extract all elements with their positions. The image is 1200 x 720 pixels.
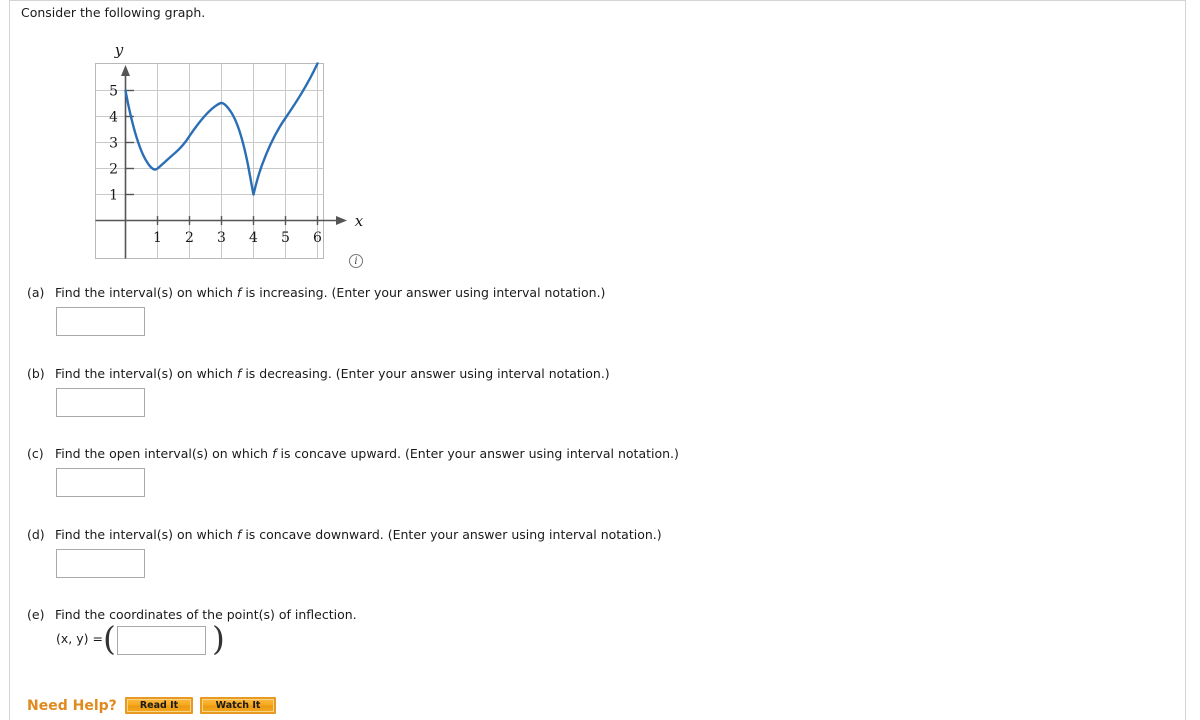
x-axis-label: x <box>355 212 364 230</box>
part-c-text: Find the open interval(s) on which f is … <box>55 446 679 462</box>
page-border-right <box>1185 0 1186 720</box>
part-c-text-after: is concave upward. (Enter your answer us… <box>280 446 679 461</box>
need-help-label: Need Help? <box>27 698 117 714</box>
y-axis-label: y <box>114 41 124 59</box>
part-d-text: Find the interval(s) on which f is conca… <box>55 527 662 543</box>
page-border-left <box>9 0 10 720</box>
part-c-function-symbol: f <box>272 446 277 461</box>
y-tick-label: 1 <box>109 188 118 204</box>
part-a-text-before: Find the interval(s) on which <box>55 285 233 300</box>
part-b-function-symbol: f <box>236 366 242 381</box>
info-icon[interactable]: i <box>349 254 363 268</box>
part-a-text: Find the interval(s) on which f is incre… <box>55 285 605 301</box>
x-tick-label: 2 <box>185 230 194 246</box>
x-tick-label: 5 <box>281 230 290 246</box>
part-b-text: Find the interval(s) on which f is decre… <box>55 366 610 382</box>
part-c-label: (c) <box>27 446 44 461</box>
question-page: Consider the following graph. 1 2 3 4 5 … <box>0 0 1200 720</box>
read-it-button[interactable]: Read It <box>125 697 193 714</box>
part-d-text-before: Find the interval(s) on which <box>55 527 233 542</box>
watch-it-button[interactable]: Watch It <box>200 697 276 714</box>
part-b-label: (b) <box>27 366 45 381</box>
coordinate-label: (x, y) = <box>56 631 103 646</box>
part-a-text-after: is increasing. (Enter your answer using … <box>245 285 606 300</box>
page-title: Consider the following graph. <box>21 5 206 20</box>
part-e-label: (e) <box>27 607 45 622</box>
paren-left: ( <box>103 619 116 658</box>
y-tick-label: 5 <box>109 84 118 100</box>
x-tick-label: 3 <box>217 230 226 246</box>
y-tick-label: 3 <box>109 136 118 152</box>
part-a-label: (a) <box>27 285 45 300</box>
graph-svg: 1 2 3 4 5 6 1 2 3 4 5 y x <box>95 41 364 259</box>
graph-figure: 1 2 3 4 5 6 1 2 3 4 5 y x i <box>95 40 375 275</box>
part-a-function-symbol: f <box>236 285 242 300</box>
answer-input-d[interactable] <box>56 549 145 578</box>
part-d-text-after: is concave downward. (Enter your answer … <box>245 527 662 542</box>
part-b-text-before: Find the interval(s) on which <box>55 366 233 381</box>
x-tick-label: 6 <box>313 230 322 246</box>
page-border-top <box>9 0 1186 1</box>
answer-input-a[interactable] <box>56 307 145 336</box>
answer-input-c[interactable] <box>56 468 145 497</box>
y-tick-label: 2 <box>109 162 118 178</box>
part-b-text-after: is decreasing. (Enter your answer using … <box>245 366 610 381</box>
answer-input-e[interactable] <box>117 626 206 655</box>
part-d-label: (d) <box>27 527 45 542</box>
y-tick-label: 4 <box>109 110 118 126</box>
answer-input-b[interactable] <box>56 388 145 417</box>
part-e-text: Find the coordinates of the point(s) of … <box>55 607 357 622</box>
part-d-function-symbol: f <box>236 527 242 542</box>
x-tick-label: 4 <box>249 230 258 246</box>
paren-right: ) <box>212 619 225 658</box>
part-c-text-before: Find the open interval(s) on which <box>55 446 269 461</box>
x-tick-label: 1 <box>153 230 162 246</box>
